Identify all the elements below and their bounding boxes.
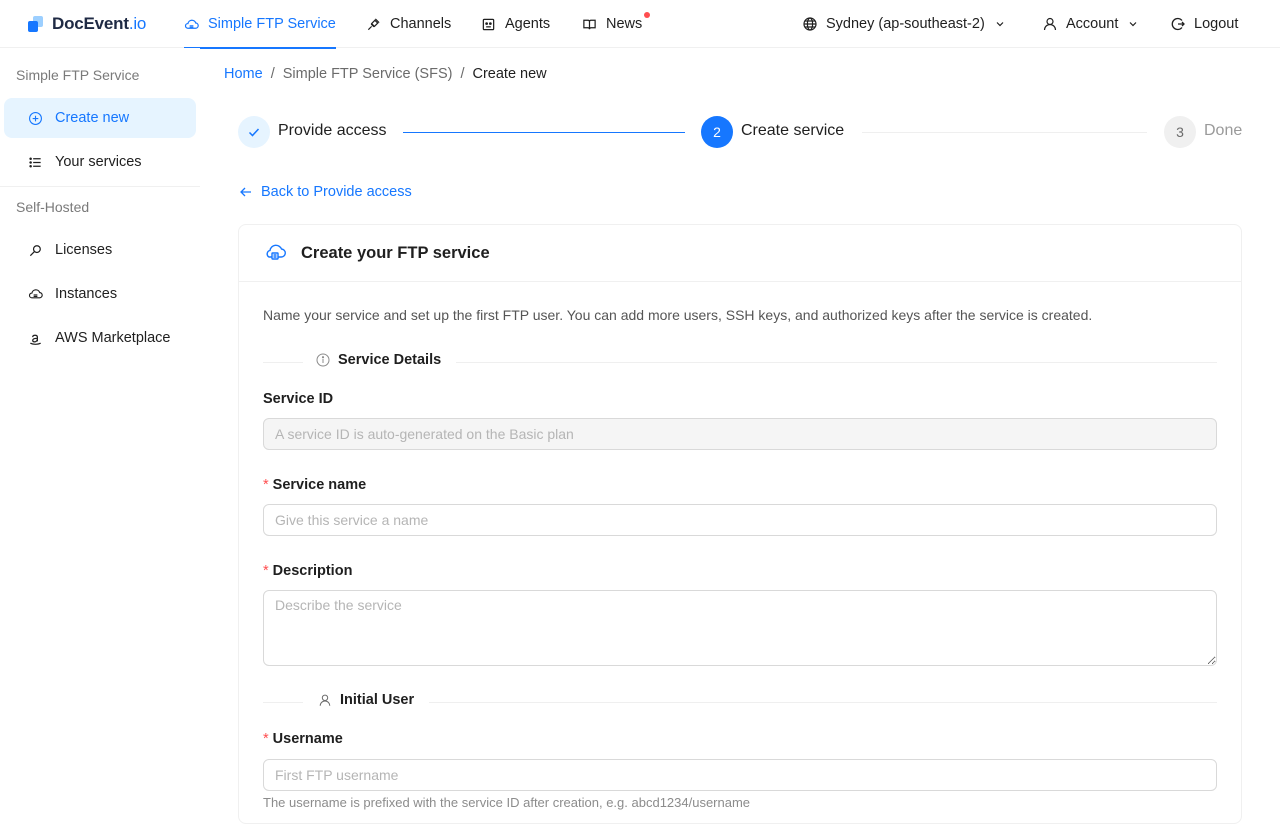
step-connector xyxy=(862,132,1147,133)
top-navigation: DocEvent.io Simple FTP Service Channels … xyxy=(0,0,1280,49)
logout-button[interactable]: Logout xyxy=(1170,0,1238,48)
sidebar: Simple FTP Service Create new Your servi… xyxy=(0,48,200,800)
cloud-server-icon xyxy=(28,288,43,298)
breadcrumb-current: Create new xyxy=(472,66,547,82)
sidebar-item-instances[interactable]: Instances xyxy=(4,274,196,314)
section-divider-initial-user: Initial User xyxy=(263,692,1217,712)
breadcrumb-parent[interactable]: Simple FTP Service (SFS) xyxy=(283,66,453,82)
region-label: Sydney (ap-southeast-2) xyxy=(826,16,985,32)
chevron-down-icon xyxy=(996,22,1004,27)
sidebar-item-label: Licenses xyxy=(55,242,113,258)
logout-icon xyxy=(1171,17,1185,31)
sidebar-item-licenses[interactable]: Licenses xyxy=(4,230,196,270)
nav-label: Agents xyxy=(505,16,551,32)
chevron-down-icon xyxy=(1129,22,1137,27)
breadcrumb-separator: / xyxy=(270,66,275,82)
username-help-text: The username is prefixed with the servic… xyxy=(263,795,751,810)
nav-label: Simple FTP Service xyxy=(208,16,336,32)
service-name-input[interactable] xyxy=(263,504,1217,536)
breadcrumb-separator: / xyxy=(460,66,465,82)
nav-news[interactable]: News xyxy=(582,0,651,48)
nav-channels[interactable]: Channels xyxy=(366,0,451,48)
username-input[interactable] xyxy=(263,759,1217,791)
sidebar-group-title: Simple FTP Service xyxy=(16,67,140,83)
description-label: * Description xyxy=(263,563,353,579)
step-title-done: Done xyxy=(1204,122,1243,139)
agent-icon xyxy=(482,18,495,30)
arrow-left-icon xyxy=(240,187,251,197)
section-divider-service-details: Service Details xyxy=(263,352,1217,372)
username-label: * Username xyxy=(263,731,343,747)
section-title: Initial User xyxy=(340,692,415,708)
stepper: Provide access 2 Create service 3 Done xyxy=(238,116,1242,148)
user-icon xyxy=(319,694,331,706)
back-link-label: Back to Provide access xyxy=(261,184,412,200)
service-id-label: Service ID xyxy=(263,391,334,407)
book-icon xyxy=(583,19,596,29)
cloud-server-icon xyxy=(266,244,286,260)
news-badge-dot xyxy=(644,12,651,18)
nav-label: News xyxy=(606,16,643,32)
sidebar-item-your-services[interactable]: Your services xyxy=(4,142,196,182)
globe-icon xyxy=(803,17,817,31)
step-connector xyxy=(403,132,685,133)
sidebar-item-label: Instances xyxy=(55,286,118,302)
step-title-create-service: Create service xyxy=(741,122,845,139)
user-icon xyxy=(1043,17,1057,31)
service-id-input xyxy=(263,418,1217,450)
sidebar-item-create-new[interactable]: Create new xyxy=(4,98,196,138)
service-name-label: * Service name xyxy=(263,477,367,493)
nav-label: Channels xyxy=(390,16,452,32)
sidebar-item-label: Your services xyxy=(55,154,142,170)
amazon-icon xyxy=(30,334,41,345)
step-number-badge: 2 xyxy=(701,116,733,148)
plug-icon xyxy=(367,17,380,30)
back-to-provide-access-link[interactable]: Back to Provide access xyxy=(239,184,412,200)
account-menu[interactable]: Account xyxy=(1042,0,1138,48)
nav-simple-ftp-service[interactable]: Simple FTP Service xyxy=(184,0,336,49)
account-label: Account xyxy=(1066,16,1119,32)
breadcrumb-home-link[interactable]: Home xyxy=(224,66,263,82)
step-finished-check-icon xyxy=(238,116,270,148)
list-icon xyxy=(29,156,41,168)
sidebar-divider xyxy=(0,186,200,187)
card-title: Create your FTP service xyxy=(301,243,490,262)
sidebar-item-label: Create new xyxy=(55,110,130,126)
logo-icon xyxy=(28,16,44,32)
sidebar-group-title: Self-Hosted xyxy=(16,199,90,215)
section-title: Service Details xyxy=(338,352,442,368)
breadcrumb: Home / Simple FTP Service (SFS) / Create… xyxy=(224,66,547,82)
plus-circle-icon xyxy=(29,111,42,125)
brand-logo[interactable]: DocEvent.io xyxy=(28,13,146,35)
sidebar-item-label: AWS Marketplace xyxy=(55,330,171,346)
step-number-badge: 3 xyxy=(1164,116,1196,148)
logout-label: Logout xyxy=(1194,16,1239,32)
step-title-provide-access: Provide access xyxy=(278,122,387,139)
key-icon xyxy=(29,244,41,256)
info-icon xyxy=(316,353,330,367)
brand-name: DocEvent.io xyxy=(52,14,147,33)
nav-agents[interactable]: Agents xyxy=(481,0,550,48)
card-header: Create your FTP service xyxy=(239,225,1241,282)
description-textarea[interactable] xyxy=(263,590,1217,666)
card-intro-text: Name your service and set up the first F… xyxy=(263,307,1093,323)
create-service-card: Create your FTP service Name your servic… xyxy=(238,224,1242,824)
region-selector[interactable]: Sydney (ap-southeast-2) xyxy=(802,0,1005,48)
sidebar-item-aws-marketplace[interactable]: AWS Marketplace xyxy=(4,318,196,358)
cloud-icon xyxy=(184,19,199,29)
